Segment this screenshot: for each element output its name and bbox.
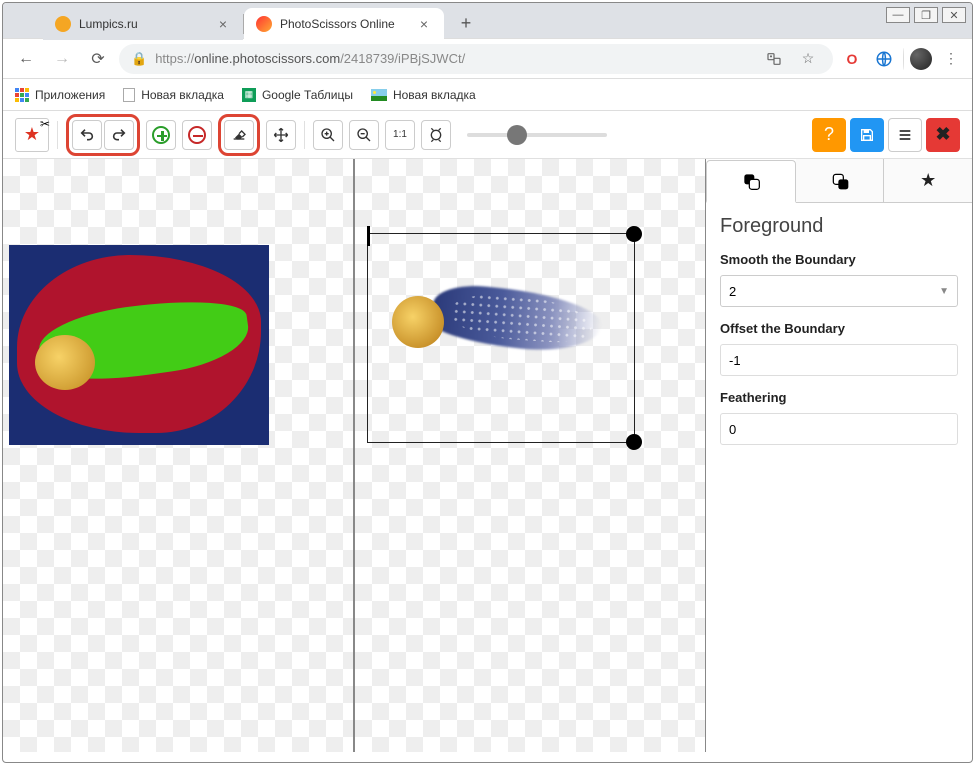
zoom-fit-button[interactable] [421, 120, 451, 150]
eraser-button[interactable] [224, 120, 254, 150]
move-icon [273, 127, 289, 143]
smooth-value: 2 [729, 284, 736, 299]
menu-icon [897, 127, 913, 143]
save-icon [859, 127, 875, 143]
zoom-out-button[interactable] [349, 120, 379, 150]
background-icon [830, 171, 850, 191]
sheets-icon: ▦ [242, 88, 256, 102]
feather-label: Feathering [720, 390, 958, 405]
tab-label: Lumpics.ru [79, 17, 207, 31]
nav-back[interactable]: ← [11, 44, 41, 74]
open-image-button[interactable]: ★ ✂ [15, 118, 49, 152]
smooth-select[interactable]: 2 ▼ [720, 275, 958, 307]
eraser-icon [231, 127, 247, 143]
lock-icon: 🔒 [131, 51, 147, 67]
separator [304, 121, 305, 149]
help-button[interactable]: ? [812, 118, 846, 152]
zoom-actual-button[interactable]: 1:1 [385, 120, 415, 150]
panel-tab-background[interactable] [796, 159, 885, 202]
browser-tab-1[interactable]: PhotoScissors Online × [244, 8, 444, 40]
window-minimize[interactable]: — [886, 7, 910, 23]
panel-tabs: ★ [706, 159, 972, 203]
bg-marker-button[interactable] [182, 120, 212, 150]
bookmark-item[interactable]: Новая вкладка [371, 88, 476, 102]
nav-reload[interactable]: ⟳ [83, 44, 113, 74]
separator [57, 121, 58, 149]
source-canvas[interactable] [3, 159, 353, 752]
star-icon: ★ [24, 124, 40, 145]
source-image [9, 245, 269, 445]
panel-tab-shadow[interactable]: ★ [884, 159, 972, 202]
favicon-icon [55, 16, 71, 32]
bookmarks-bar: Приложения Новая вкладка ▦ Google Таблиц… [3, 79, 972, 111]
globe-icon[interactable] [871, 46, 897, 72]
tab-label: PhotoScissors Online [280, 17, 408, 31]
apps-button[interactable]: Приложения [15, 88, 105, 102]
offset-value: -1 [729, 353, 741, 368]
move-button[interactable] [266, 120, 296, 150]
close-icon[interactable]: × [215, 16, 231, 32]
nav-forward[interactable]: → [47, 44, 77, 74]
browser-tab-0[interactable]: Lumpics.ru × [43, 8, 243, 40]
window-close[interactable]: ✕ [942, 7, 966, 23]
side-panel: ★ Foreground Smooth the Boundary 2 ▼ Off… [705, 159, 972, 752]
save-button[interactable] [850, 118, 884, 152]
offset-input[interactable]: -1 [720, 344, 958, 376]
undo-button[interactable] [72, 120, 102, 150]
crop-frame[interactable] [367, 233, 635, 443]
plus-icon [152, 126, 170, 144]
clear-button[interactable]: ✖ [926, 118, 960, 152]
avatar[interactable] [910, 48, 932, 70]
favicon-icon [256, 16, 272, 32]
fg-marker-button[interactable] [146, 120, 176, 150]
bookmark-label: Новая вкладка [141, 88, 224, 102]
doc-icon [123, 88, 135, 102]
brush-size-slider[interactable] [467, 133, 607, 137]
eraser-group [218, 114, 260, 156]
chevron-down-icon: ▼ [939, 286, 949, 297]
app-toolbar: ★ ✂ 1:1 [3, 111, 972, 159]
feather-input[interactable]: 0 [720, 413, 958, 445]
bookmark-label: Новая вкладка [393, 88, 476, 102]
browser-menu[interactable]: ⋮ [938, 46, 964, 72]
feather-value: 0 [729, 422, 736, 437]
minus-icon [188, 126, 206, 144]
bookmark-item[interactable]: ▦ Google Таблицы [242, 88, 353, 102]
new-tab-button[interactable]: + [452, 10, 480, 38]
foreground-icon [741, 171, 761, 191]
bookmark-label: Приложения [35, 88, 105, 102]
close-icon[interactable]: × [416, 16, 432, 32]
workspace: ★ Foreground Smooth the Boundary 2 ▼ Off… [3, 159, 972, 752]
crop-handle-tl[interactable] [367, 226, 370, 246]
browser-tabs: Lumpics.ru × PhotoScissors Online × + [3, 3, 972, 39]
menu-button[interactable] [888, 118, 922, 152]
redo-button[interactable] [104, 120, 134, 150]
result-canvas[interactable] [355, 159, 705, 752]
panel-body: Foreground Smooth the Boundary 2 ▼ Offse… [706, 203, 972, 453]
result-image [392, 278, 602, 368]
address-row: ← → ⟳ 🔒 https://online.photoscissors.com… [3, 39, 972, 79]
zoom-in-button[interactable] [313, 120, 343, 150]
translate-icon[interactable] [761, 46, 787, 72]
bookmark-item[interactable]: Новая вкладка [123, 88, 224, 102]
smooth-label: Smooth the Boundary [720, 252, 958, 267]
panel-tab-foreground[interactable] [706, 160, 796, 203]
star-icon[interactable]: ☆ [795, 46, 821, 72]
undo-redo-group [66, 114, 140, 156]
divider [903, 48, 904, 70]
url-text: https://online.photoscissors.com/2418739… [155, 51, 753, 66]
picture-icon [371, 89, 387, 101]
crop-handle-tr[interactable] [626, 226, 642, 242]
crop-handle-br[interactable] [626, 434, 642, 450]
address-bar[interactable]: 🔒 https://online.photoscissors.com/24187… [119, 44, 833, 74]
slider-thumb[interactable] [507, 125, 527, 145]
extension-icon[interactable]: O [839, 46, 865, 72]
bookmark-label: Google Таблицы [262, 88, 353, 102]
scissors-icon: ✂ [40, 117, 50, 131]
offset-label: Offset the Boundary [720, 321, 958, 336]
window-maximize[interactable]: ❐ [914, 7, 938, 23]
panel-title: Foreground [720, 215, 958, 238]
app: ★ ✂ 1:1 [3, 111, 972, 752]
apps-icon [15, 88, 29, 102]
